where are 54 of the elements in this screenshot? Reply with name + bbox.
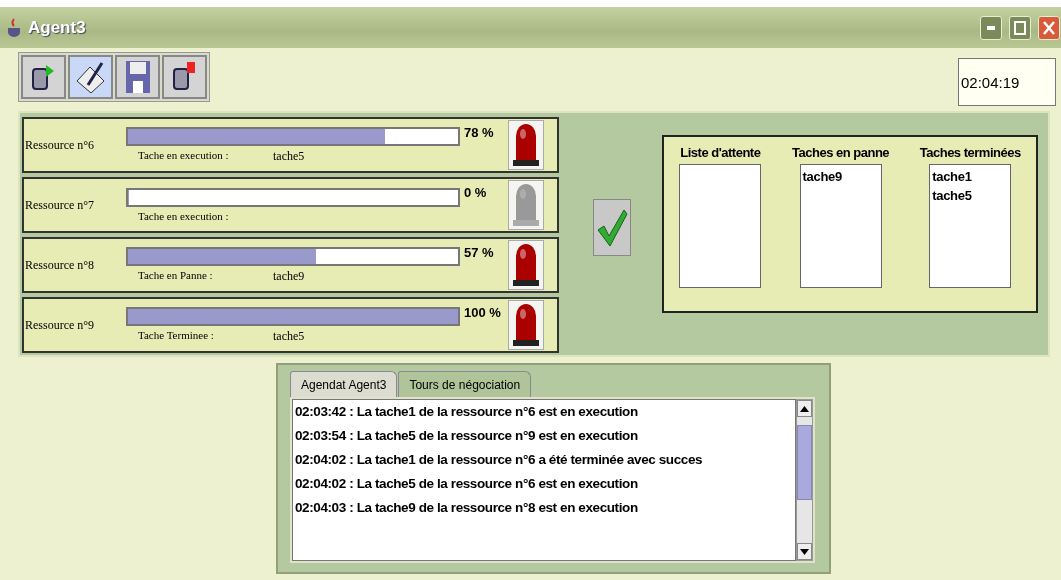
- task-name: tache5: [273, 328, 305, 344]
- list-title: Taches terminées: [919, 145, 1021, 160]
- down-arrow-icon: [800, 548, 809, 555]
- percent-text: 57 %: [464, 245, 495, 260]
- tab[interactable]: Agendat Agent3: [290, 371, 398, 397]
- task-label: Tache en execution :: [138, 148, 230, 163]
- resource-name: Ressource n°6: [24, 137, 96, 153]
- percent-text: 78 %: [464, 125, 495, 140]
- resource-name: Ressource n°9: [24, 317, 96, 333]
- log-line: 02:04:02 : La tache1 de la ressource n°6 a été terminée avec succes: [295, 452, 704, 467]
- task-label: Tache Terminee :: [138, 328, 215, 343]
- lit-lamp-icon: [511, 302, 541, 348]
- lamp-button[interactable]: [508, 120, 544, 170]
- resource-name: Ressource n°8: [24, 257, 96, 273]
- lit-lamp-icon: [511, 242, 541, 288]
- clock-field: 02:04:19: [958, 58, 1056, 106]
- log-line: 02:04:03 : La tache9 de la ressource n°8 est en execution: [295, 500, 639, 515]
- close-icon: [1043, 20, 1055, 35]
- face-flag-icon: [171, 61, 198, 93]
- up-arrow-icon: [800, 405, 809, 412]
- percent-text: 0 %: [464, 185, 488, 200]
- scrollbar[interactable]: [796, 399, 813, 561]
- task-name: tache5: [273, 148, 305, 164]
- tab[interactable]: Tours de négociation: [398, 371, 532, 397]
- task-label: Tache en Panne :: [138, 268, 214, 283]
- toolbar-button[interactable]: [162, 55, 207, 99]
- maximize-icon: [1014, 20, 1026, 35]
- maximize-button[interactable]: [1009, 15, 1031, 40]
- log-line: 02:04:02 : La tache5 de la ressource n°6 est en execution: [295, 476, 639, 491]
- toolbar-button[interactable]: [68, 55, 113, 99]
- list-title: Taches en panne: [792, 145, 890, 160]
- list-item[interactable]: tache9: [800, 169, 881, 184]
- percent-text: 100 %: [464, 305, 502, 320]
- lamp-button[interactable]: [508, 240, 544, 290]
- lamp-button[interactable]: [508, 300, 544, 350]
- minimize-button[interactable]: [980, 15, 1002, 40]
- validate-button[interactable]: [593, 199, 631, 256]
- list-item[interactable]: tache1: [930, 169, 1011, 184]
- task-name: tache9: [273, 268, 305, 284]
- list-item[interactable]: tache5: [930, 188, 1011, 203]
- scroll-thumb[interactable]: [797, 425, 812, 500]
- checkmark-icon: [596, 207, 628, 248]
- unlit-lamp-icon: [511, 182, 541, 228]
- minimize-icon: [987, 25, 995, 30]
- log-line: 02:03:42 : La tache1 de la ressource n°6 est en execution: [295, 404, 639, 419]
- window-title: Agent3: [28, 17, 87, 38]
- resource-name: Ressource n°7: [24, 197, 96, 213]
- log-line: 02:03:54 : La tache5 de la ressource n°9 est en execution: [295, 428, 639, 443]
- coffee-cup-icon: [6, 17, 22, 38]
- task-label: Tache en execution :: [138, 210, 230, 222]
- close-button[interactable]: [1038, 15, 1060, 40]
- list-title: Liste d'attente: [680, 145, 761, 160]
- toolbar-button[interactable]: [21, 55, 66, 99]
- lit-lamp-icon: [511, 122, 541, 168]
